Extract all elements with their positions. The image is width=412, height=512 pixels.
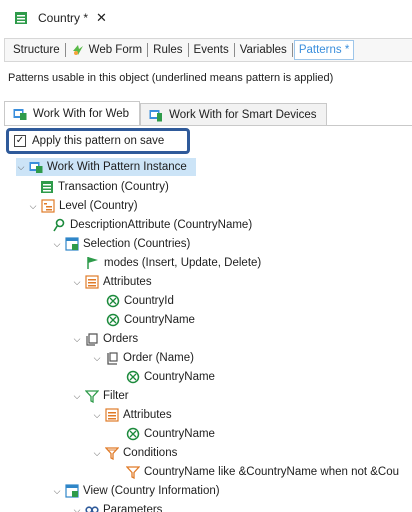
chevron-down-icon[interactable]: ⌵ <box>52 239 62 249</box>
tree-node-label: CountryName <box>144 371 215 383</box>
tree-node-order-name[interactable]: ⌵ Order (Name) <box>92 349 194 367</box>
document-tabbar: Country * ✕ <box>0 0 412 36</box>
work-with-web-icon <box>13 107 27 121</box>
tree-node-label: Parameters <box>103 504 163 512</box>
apply-pattern-highlight: ✓ Apply this pattern on save <box>6 128 190 154</box>
attribute-icon <box>106 294 120 308</box>
attribute-icon <box>126 370 140 384</box>
tree-node-label: Level (Country) <box>59 200 138 212</box>
selection-icon <box>65 237 79 251</box>
tree-node-parameters[interactable]: ⌵ Parameters <box>72 501 162 512</box>
conditions-icon <box>105 446 119 460</box>
patterns-description: Patterns usable in this object (underlin… <box>8 72 334 84</box>
tree-node-label: CountryId <box>124 295 174 307</box>
work-with-smart-devices-icon <box>149 108 163 122</box>
tree-node-label: Order (Name) <box>123 352 194 364</box>
object-subtabs: Structure Web Form Rules Events Variable… <box>4 38 412 62</box>
tree-node-label: CountryName <box>124 314 195 326</box>
tab-web-form[interactable]: Web Form <box>67 40 146 60</box>
tree-node-label: Conditions <box>123 447 178 459</box>
tab-variables[interactable]: Variables <box>236 40 291 60</box>
tree-node-label: modes (Insert, Update, Delete) <box>104 257 262 269</box>
tab-separator <box>291 43 293 57</box>
attributes-icon <box>105 408 119 422</box>
pattern-tabs: Work With for Web Work With for Smart De… <box>4 100 412 126</box>
tree-node-order-countryname[interactable]: CountryName <box>126 368 215 386</box>
tree-node-countryid[interactable]: CountryId <box>106 292 174 310</box>
tree-node-conditions[interactable]: ⌵ Conditions <box>92 444 177 462</box>
tree-node-label: Filter <box>103 390 129 402</box>
chevron-down-icon[interactable]: ⌵ <box>28 201 38 211</box>
close-icon[interactable]: ✕ <box>96 10 107 26</box>
chevron-down-icon[interactable]: ⌵ <box>72 505 82 512</box>
chevron-down-icon[interactable]: ⌵ <box>92 353 102 363</box>
tree-node-work-with-pattern-instance[interactable]: ⌵ Work With Pattern Instance <box>16 158 196 176</box>
work-with-pattern-icon <box>29 160 43 174</box>
orders-icon <box>85 332 99 346</box>
tree-node-label: Attributes <box>123 409 172 421</box>
attributes-icon <box>85 275 99 289</box>
parameters-icon <box>85 503 99 512</box>
tree-node-view[interactable]: ⌵ View (Country Information) <box>52 482 220 500</box>
tree-node-label: DescriptionAttribute (CountryName) <box>70 219 253 231</box>
pattern-tab-work-with-web[interactable]: Work With for Web <box>4 101 141 125</box>
tree-node-description-attribute[interactable]: DescriptionAttribute (CountryName) <box>52 216 252 234</box>
tab-separator <box>147 43 149 57</box>
web-form-icon <box>71 43 85 57</box>
flag-icon <box>86 256 100 270</box>
tree-node-level[interactable]: ⌵ Level (Country) <box>28 197 138 215</box>
tree-node-label: Orders <box>103 333 139 345</box>
pattern-tab-work-with-smart-devices[interactable]: Work With for Smart Devices <box>140 103 328 125</box>
chevron-down-icon[interactable]: ⌵ <box>52 486 62 496</box>
attribute-icon <box>126 427 140 441</box>
tree-node-label: View (Country Information) <box>83 485 220 497</box>
view-icon <box>65 484 79 498</box>
chevron-down-icon[interactable]: ⌵ <box>72 277 82 287</box>
tree-node-label: Attributes <box>103 276 152 288</box>
tree-node-attributes[interactable]: ⌵ Attributes <box>72 273 152 291</box>
tree-node-filter[interactable]: ⌵ Filter <box>72 387 129 405</box>
transaction-icon <box>14 11 28 25</box>
tree-node-label: CountryName <box>144 428 215 440</box>
key-icon <box>52 218 66 232</box>
tab-structure[interactable]: Structure <box>9 40 64 60</box>
apply-pattern-checkbox[interactable]: ✓ <box>14 135 26 147</box>
tree-node-filter-countryname[interactable]: CountryName <box>126 425 215 443</box>
chevron-down-icon[interactable]: ⌵ <box>72 391 82 401</box>
chevron-down-icon[interactable]: ⌵ <box>16 162 26 172</box>
tab-separator <box>233 43 235 57</box>
order-icon <box>105 351 119 365</box>
tree-node-label: Transaction (Country) <box>58 181 169 193</box>
chevron-down-icon[interactable]: ⌵ <box>92 448 102 458</box>
document-tab-country[interactable]: Country * ✕ <box>8 6 113 30</box>
tree-node-label: Selection (Countries) <box>83 238 191 250</box>
tree-node-modes[interactable]: modes (Insert, Update, Delete) <box>86 254 261 272</box>
tab-web-form-label: Web Form <box>88 44 143 56</box>
tab-events[interactable]: Events <box>190 40 233 60</box>
tab-rules[interactable]: Rules <box>149 40 186 60</box>
transaction-icon <box>40 180 54 194</box>
tree-node-label: Work With Pattern Instance <box>47 161 187 173</box>
tab-separator <box>187 43 189 57</box>
attribute-icon <box>106 313 120 327</box>
tree-node-condition[interactable]: CountryName like &CountryName when not &… <box>126 463 399 481</box>
tab-separator <box>64 43 66 57</box>
tree-node-transaction[interactable]: Transaction (Country) <box>40 178 169 196</box>
pattern-tab-label: Work With for Web <box>33 107 130 120</box>
document-tab-title: Country * <box>38 11 89 25</box>
level-icon <box>41 199 55 213</box>
tree-node-filter-attributes[interactable]: ⌵ Attributes <box>92 406 172 424</box>
pattern-tab-label: Work With for Smart Devices <box>169 108 317 121</box>
condition-icon <box>126 465 140 479</box>
tab-patterns[interactable]: Patterns * <box>293 40 355 60</box>
tree-node-label: CountryName like &CountryName when not &… <box>144 466 400 478</box>
chevron-down-icon[interactable]: ⌵ <box>92 410 102 420</box>
apply-pattern-label[interactable]: Apply this pattern on save <box>32 135 164 147</box>
tree-node-countryname[interactable]: CountryName <box>106 311 195 329</box>
filter-icon <box>85 389 99 403</box>
chevron-down-icon[interactable]: ⌵ <box>72 334 82 344</box>
tree-node-orders[interactable]: ⌵ Orders <box>72 330 138 348</box>
tree-node-selection[interactable]: ⌵ Selection (Countries) <box>52 235 190 253</box>
